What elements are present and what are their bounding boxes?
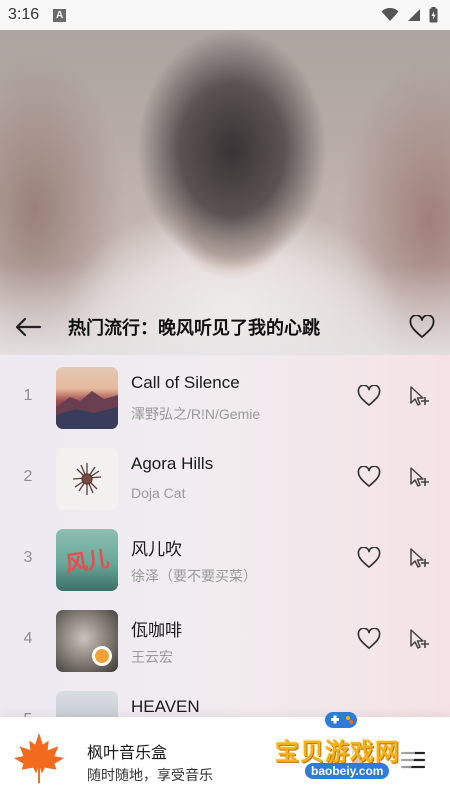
battery-icon <box>429 7 438 23</box>
cursor-plus-icon <box>410 466 429 487</box>
album-cover <box>56 448 118 510</box>
heart-outline-icon <box>357 627 381 649</box>
page-title: 热门流行：晚风听见了我的心跳 <box>68 318 320 338</box>
song-title: 风儿吹 <box>131 540 182 559</box>
song-artist: 王云宏 <box>131 649 173 665</box>
arrow-left-icon <box>15 317 42 337</box>
watermark-url: baobeiy.com <box>305 763 390 779</box>
maple-leaf-icon <box>13 732 65 784</box>
song-rank: 1 <box>23 386 33 404</box>
status-icons <box>381 7 438 23</box>
album-art-coffee-cup <box>92 646 112 666</box>
add-to-playlist-button[interactable] <box>397 355 441 436</box>
song-rank: 4 <box>23 629 33 647</box>
song-row[interactable]: 4 佤咖啡 王云宏 <box>0 598 450 679</box>
heart-outline-icon <box>357 384 381 406</box>
gamepad-icon <box>325 712 357 728</box>
signal-icon <box>408 9 420 21</box>
like-button[interactable] <box>347 355 391 436</box>
song-artist: Doja Cat <box>131 485 186 501</box>
playlist-header: 热门流行：晚风听见了我的心跳 <box>0 305 450 349</box>
album-cover-text: 风儿 <box>63 546 111 577</box>
cursor-plus-icon <box>410 628 429 649</box>
wifi-icon <box>381 8 399 21</box>
song-row[interactable]: 1 Call of Silence 澤野弘之/R!N/Gemie <box>0 355 450 436</box>
player-subtitle: 随时随地，享受音乐 <box>87 767 213 783</box>
song-title: Agora Hills <box>131 454 214 473</box>
like-button[interactable] <box>347 517 391 598</box>
notification-icon: A <box>53 8 67 22</box>
watermark: 宝贝游戏网 baobeiy.com <box>275 708 425 790</box>
song-artist: 徐泽（要不要买菜） <box>131 568 257 584</box>
album-cover <box>56 367 118 429</box>
album-cover: 风儿 <box>56 529 118 591</box>
heart-outline-icon <box>357 546 381 568</box>
song-artist: 澤野弘之/R!N/Gemie <box>131 406 261 422</box>
song-title: HEAVEN <box>131 697 200 716</box>
song-title: Call of Silence <box>131 373 240 392</box>
status-time: 3:16 <box>8 6 40 23</box>
album-cover <box>56 610 118 672</box>
album-art-mountain <box>56 391 118 429</box>
song-row[interactable]: 3 风儿 风儿吹 徐泽（要不要买菜） <box>0 517 450 598</box>
album-art-sketch <box>72 463 102 495</box>
like-button[interactable] <box>347 436 391 517</box>
player-title: 枫叶音乐盒 <box>87 745 168 762</box>
watermark-logo-text: 宝贝游戏网 <box>275 739 400 766</box>
add-to-playlist-button[interactable] <box>397 436 441 517</box>
back-button[interactable] <box>0 305 56 349</box>
cursor-plus-icon <box>410 547 429 568</box>
add-to-playlist-button[interactable] <box>397 598 441 679</box>
like-button[interactable] <box>347 598 391 679</box>
song-rank: 2 <box>23 467 33 485</box>
song-title: 佤咖啡 <box>131 621 182 640</box>
heart-outline-icon <box>357 465 381 487</box>
status-bar: 3:16 A <box>0 0 450 30</box>
song-rank: 3 <box>23 548 33 566</box>
song-row[interactable]: 2 Agora Hills Doja Cat <box>0 436 450 517</box>
header-background-photo <box>0 0 450 355</box>
favorite-playlist-button[interactable] <box>394 305 450 349</box>
heart-outline-icon <box>409 315 435 338</box>
add-to-playlist-button[interactable] <box>397 517 441 598</box>
cursor-plus-icon <box>410 385 429 406</box>
